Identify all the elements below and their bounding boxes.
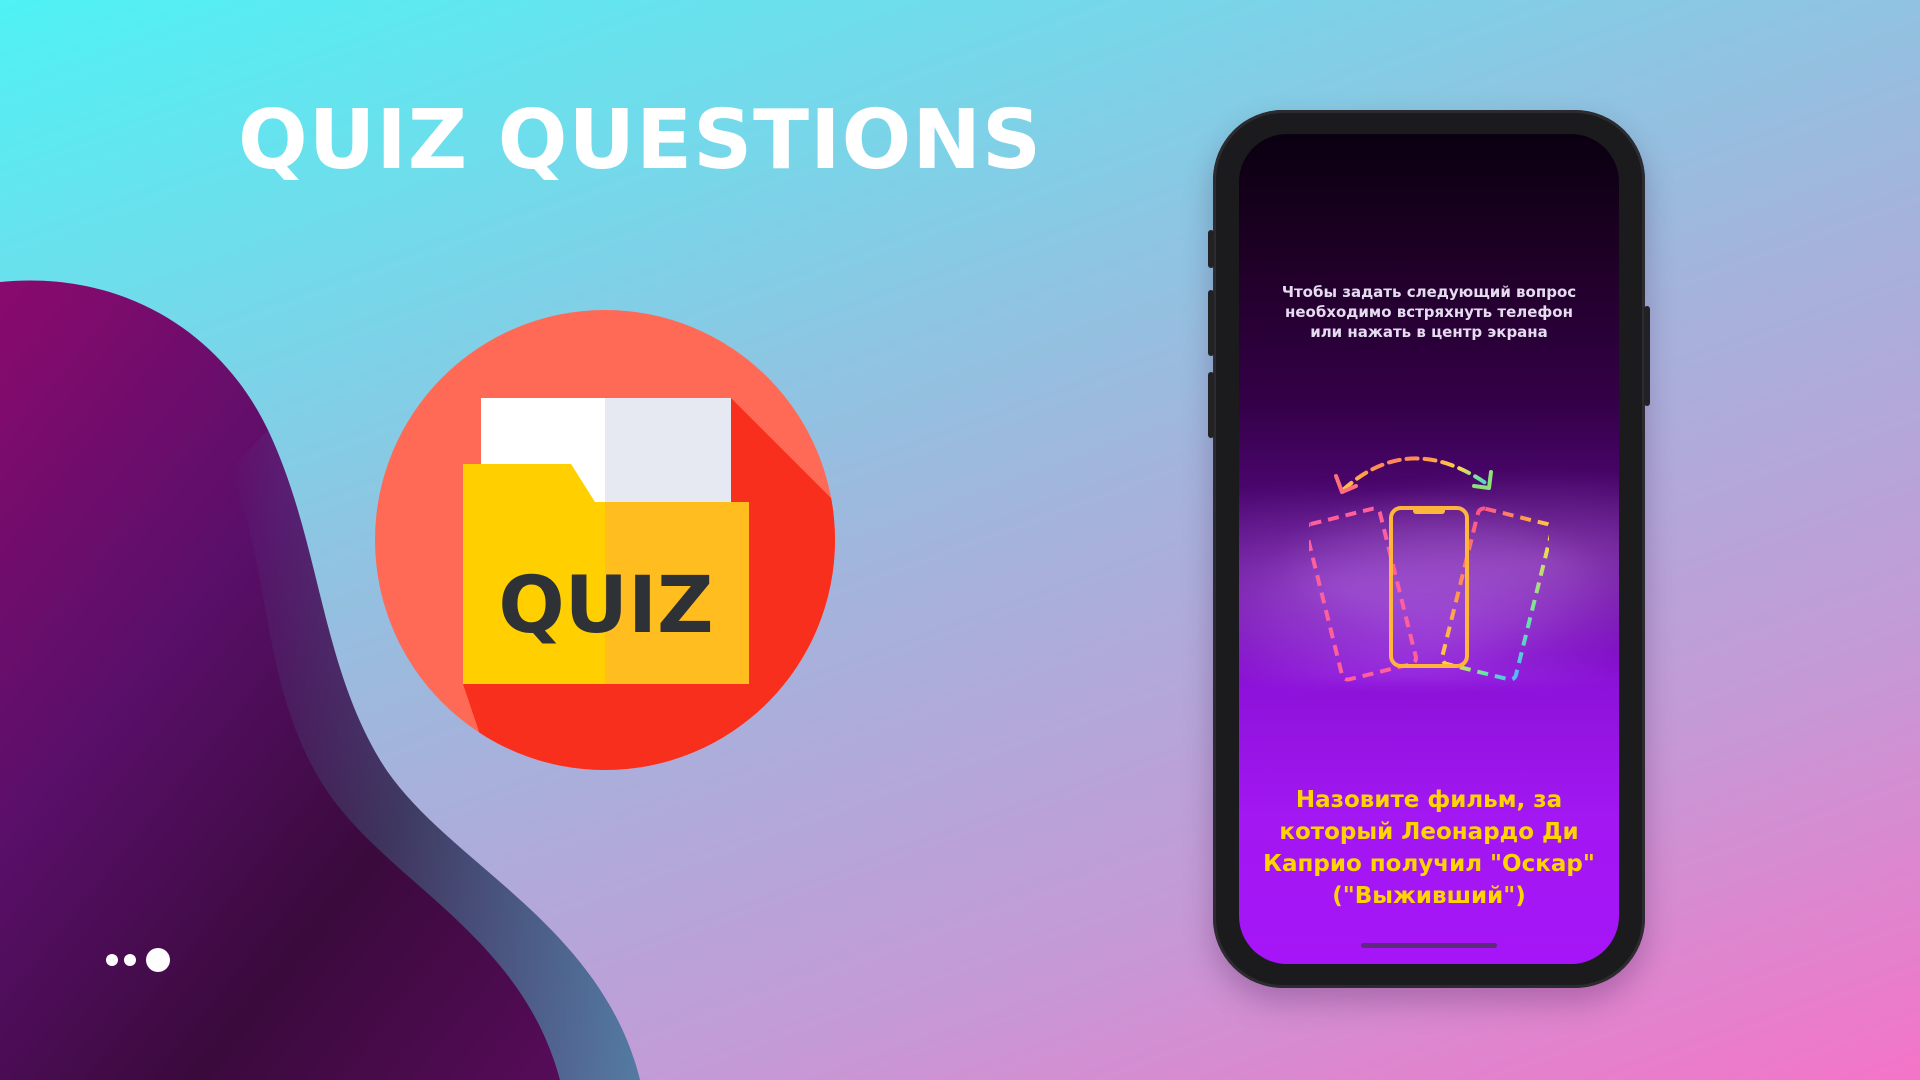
shake-hint-text: Чтобы задать следующий вопрос необходимо…: [1281, 283, 1577, 341]
center-phone-notch: [1413, 506, 1445, 514]
phone-volume-down-button: [1208, 372, 1214, 438]
phone-mockup: Чтобы задать следующий вопрос необходимо…: [1208, 110, 1650, 988]
logo-label: QUIZ: [498, 561, 713, 651]
center-phone: [1389, 506, 1469, 668]
phone-screen[interactable]: Чтобы задать следующий вопрос необходимо…: [1239, 134, 1619, 964]
home-indicator[interactable]: [1361, 943, 1497, 948]
phone-power-button: [1644, 306, 1650, 406]
tilted-phone-right: [1440, 506, 1549, 682]
rotate-arrow: [1341, 456, 1489, 492]
phone-volume-up-button: [1208, 290, 1214, 356]
quiz-folder-icon: QUIZ: [375, 310, 835, 770]
phone-silent-switch: [1208, 230, 1214, 268]
page-title: QUIZ QUESTIONS: [238, 93, 1043, 188]
dots-logo-icon: [106, 946, 176, 974]
shake-phone-icon[interactable]: [1309, 434, 1549, 694]
quiz-question-text[interactable]: Назовите фильм, за который Леонардо Ди К…: [1259, 784, 1599, 912]
tilted-phone-left: [1309, 506, 1418, 682]
